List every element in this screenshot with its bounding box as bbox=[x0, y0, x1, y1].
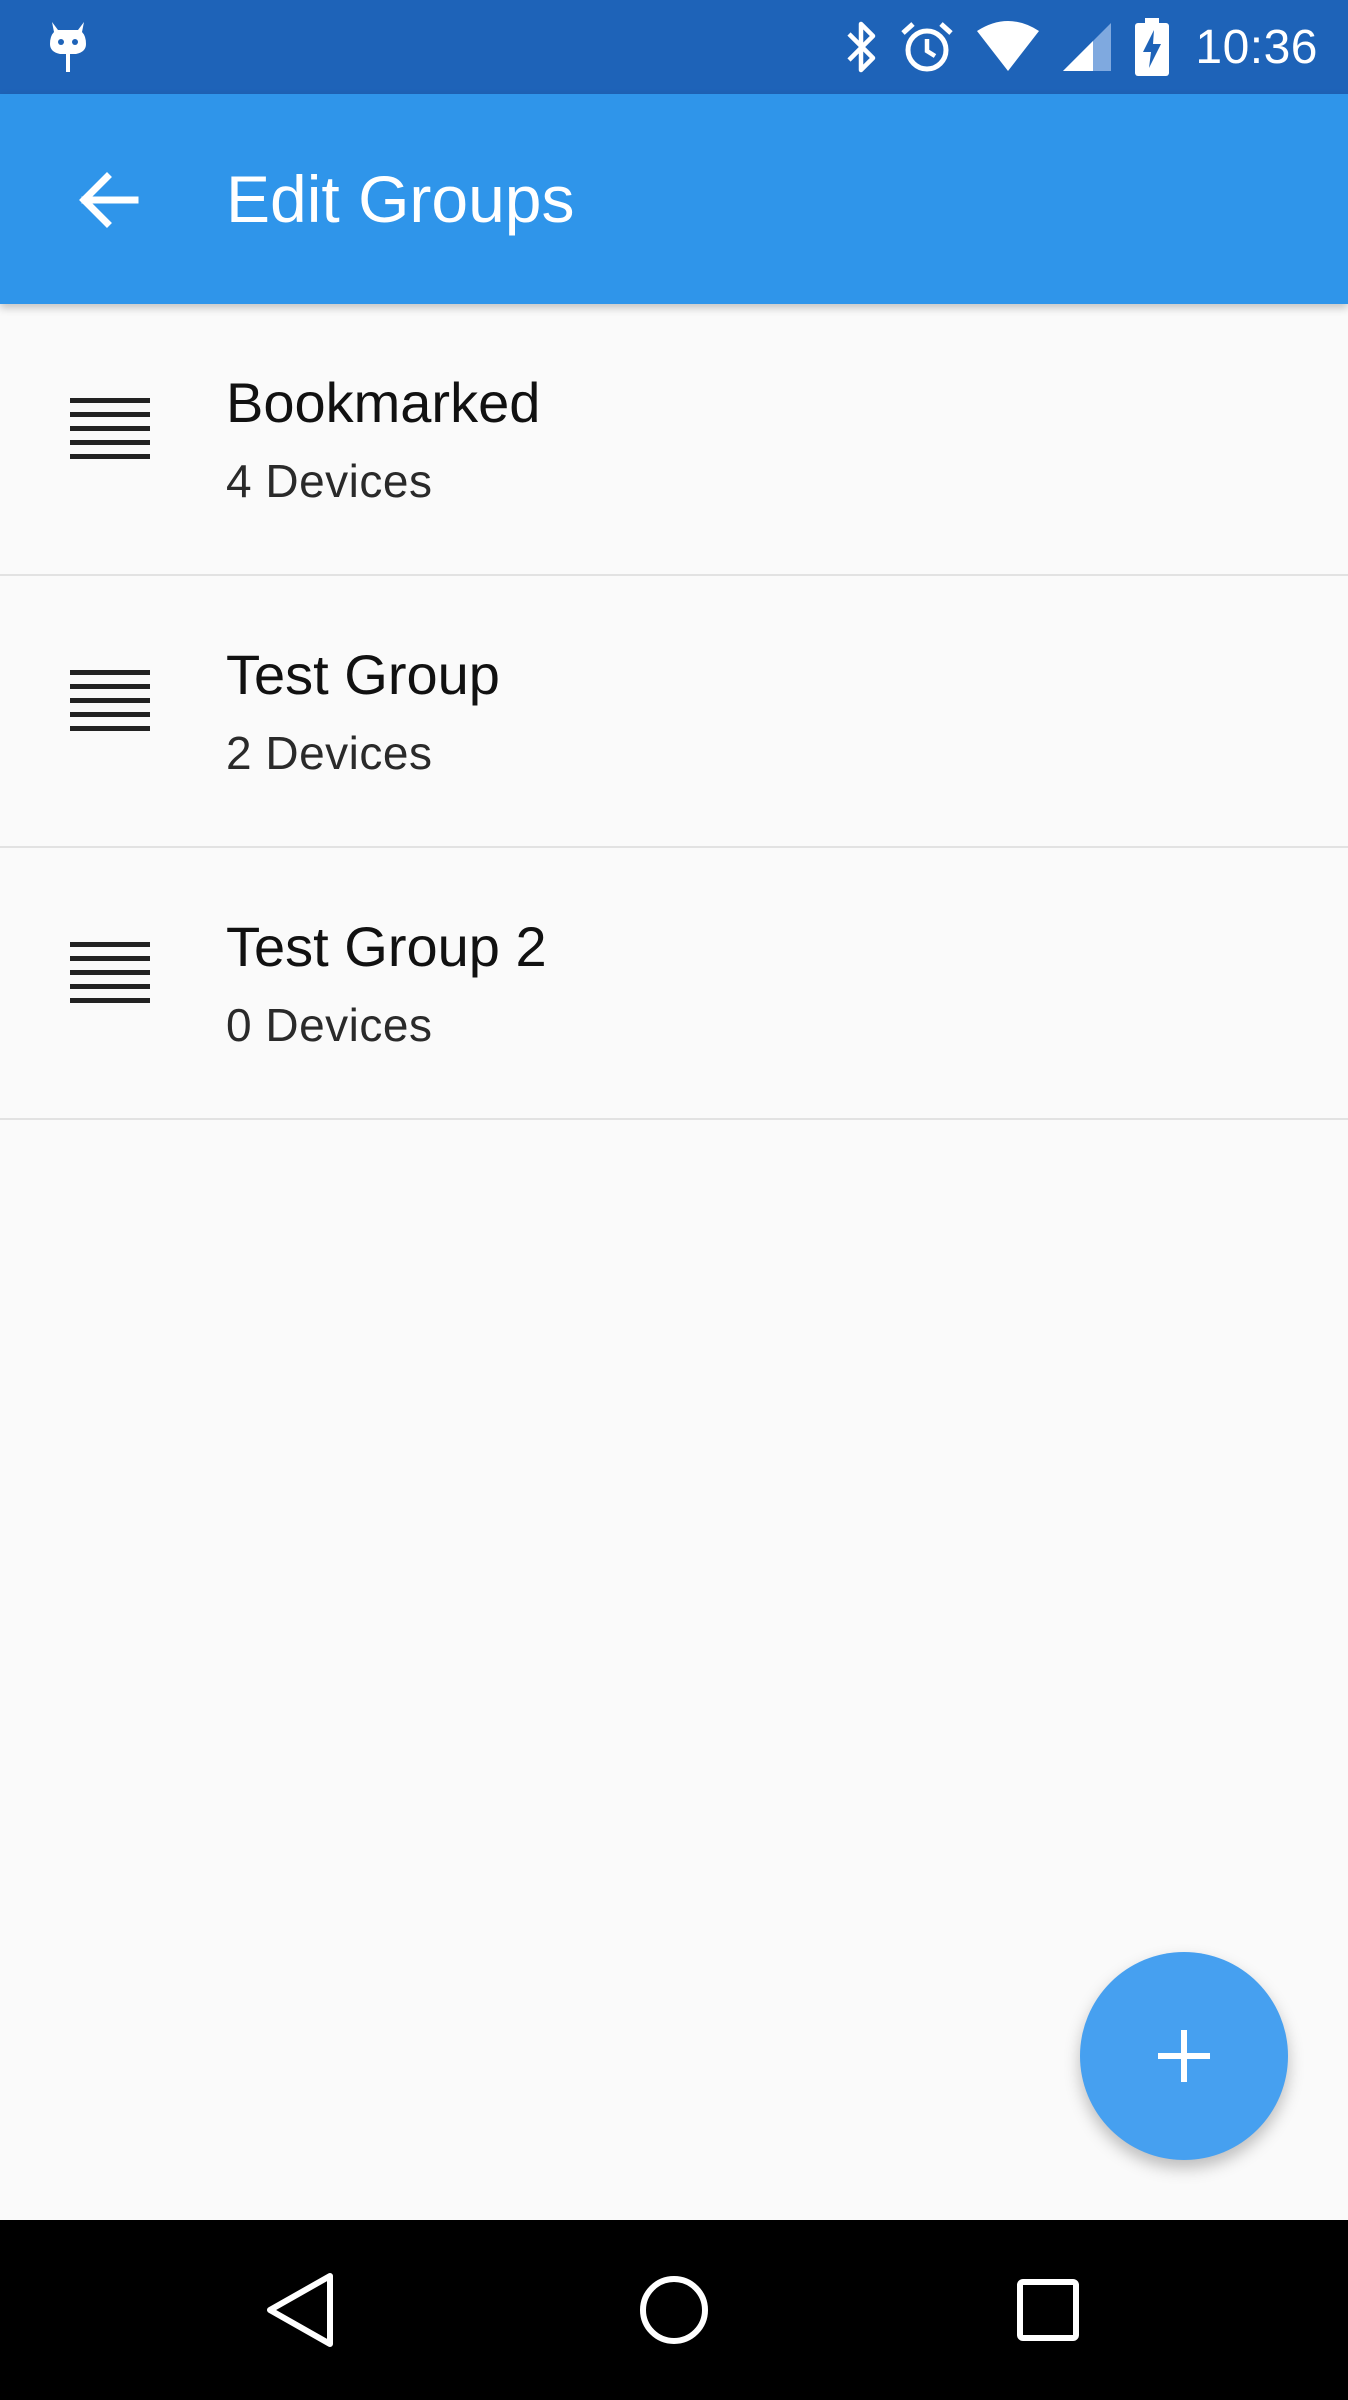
android-debug-icon bbox=[46, 18, 90, 76]
edit-groups-screen: 10:36 Edit Groups Bookmarked 4 Devices T… bbox=[0, 0, 1348, 2400]
alarm-icon bbox=[899, 19, 955, 75]
status-time: 10:36 bbox=[1195, 20, 1318, 74]
back-button[interactable] bbox=[60, 152, 156, 248]
recents-square-icon bbox=[1016, 2278, 1080, 2342]
group-device-count: 4 Devices bbox=[226, 455, 433, 507]
home-circle-icon bbox=[638, 2274, 710, 2346]
group-name: Test Group bbox=[226, 643, 500, 706]
nav-home-button[interactable] bbox=[614, 2250, 734, 2370]
group-list: Bookmarked 4 Devices Test Group 2 Device… bbox=[0, 304, 1348, 1120]
group-name: Test Group 2 bbox=[226, 915, 547, 978]
drag-handle-icon[interactable] bbox=[70, 942, 154, 1012]
nav-back-button[interactable] bbox=[240, 2250, 360, 2370]
list-item[interactable]: Test Group 2 0 Devices bbox=[0, 848, 1348, 1120]
cell-signal-icon bbox=[1061, 21, 1115, 73]
wifi-icon bbox=[975, 21, 1041, 73]
plus-icon bbox=[1154, 2026, 1214, 2086]
group-device-count: 2 Devices bbox=[226, 727, 433, 779]
nav-recents-button[interactable] bbox=[988, 2250, 1108, 2370]
list-item[interactable]: Test Group 2 Devices bbox=[0, 576, 1348, 848]
drag-handle-icon[interactable] bbox=[70, 398, 154, 468]
list-item[interactable]: Bookmarked 4 Devices bbox=[0, 304, 1348, 576]
status-bar: 10:36 bbox=[0, 0, 1348, 94]
group-device-count: 0 Devices bbox=[226, 999, 433, 1051]
page-title: Edit Groups bbox=[226, 162, 575, 236]
bluetooth-icon bbox=[845, 20, 879, 74]
navigation-bar bbox=[0, 2220, 1348, 2400]
arrow-back-icon bbox=[77, 171, 139, 229]
status-icons: 10:36 bbox=[845, 0, 1318, 94]
add-group-button[interactable] bbox=[1080, 1952, 1288, 2160]
battery-charging-icon bbox=[1135, 18, 1170, 76]
drag-handle-icon[interactable] bbox=[70, 670, 154, 740]
back-triangle-icon bbox=[264, 2272, 336, 2348]
app-bar: Edit Groups bbox=[0, 94, 1348, 304]
group-name: Bookmarked bbox=[226, 371, 541, 434]
